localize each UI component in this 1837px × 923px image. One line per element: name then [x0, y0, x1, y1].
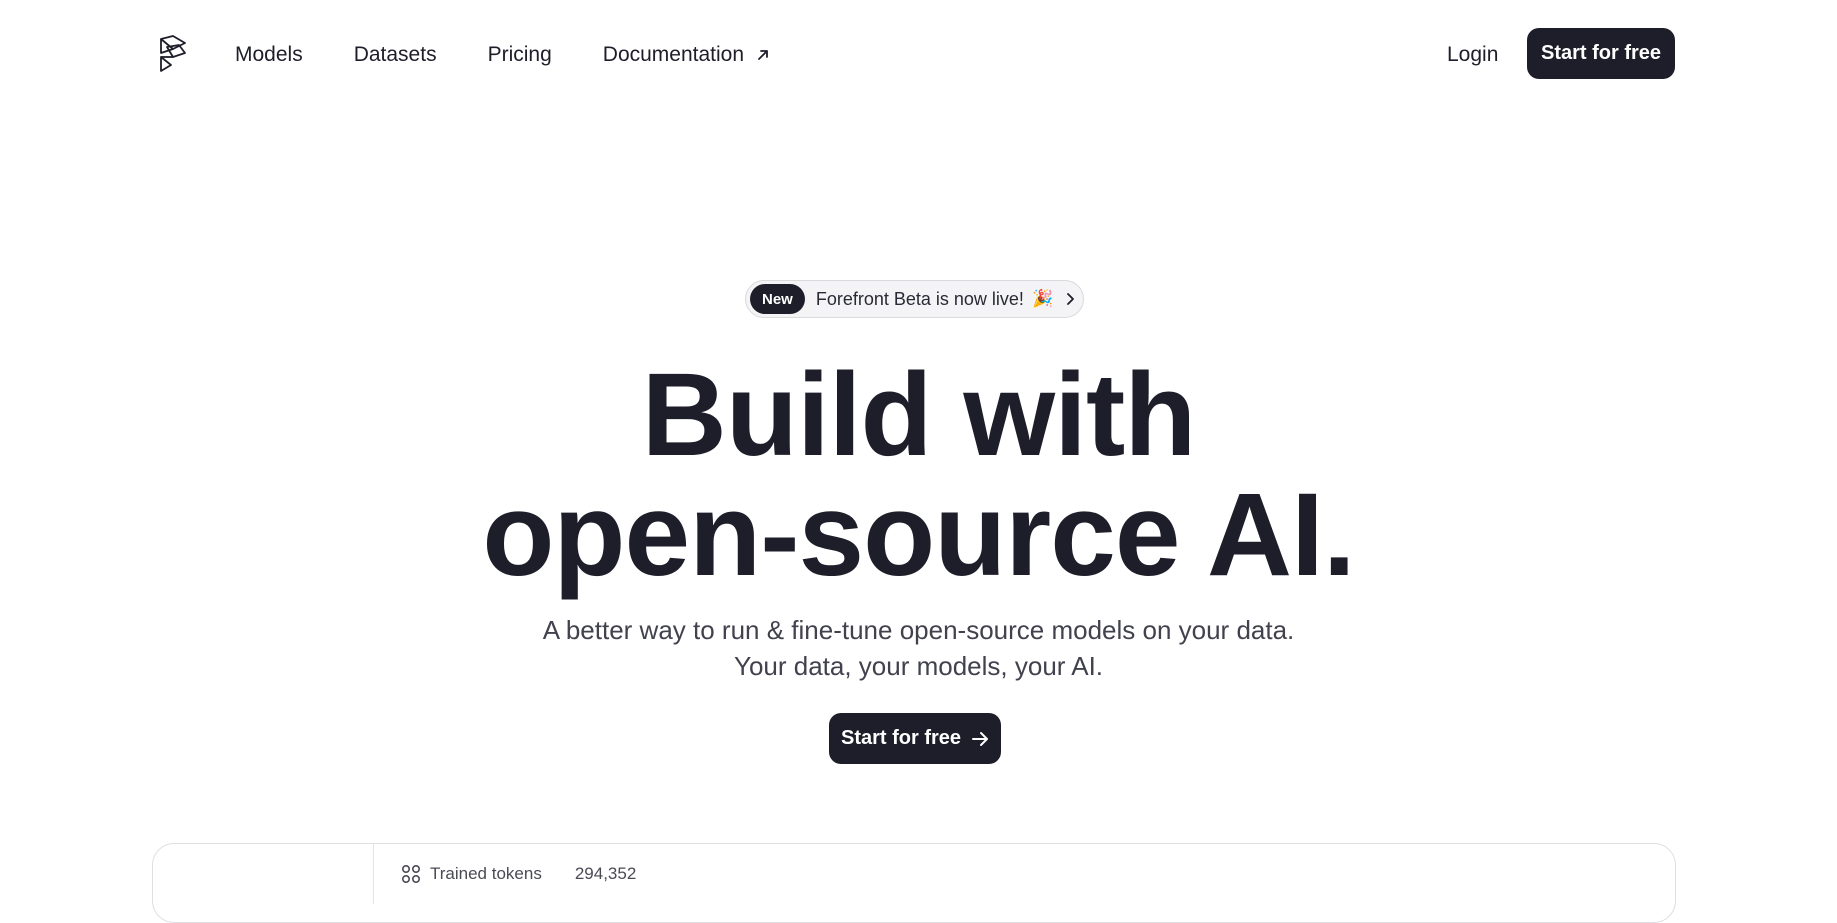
header-start-free-button[interactable]: Start for free — [1527, 28, 1675, 79]
main-nav: Models Datasets Pricing Documentation — [235, 41, 770, 69]
new-tag: New — [750, 284, 805, 314]
arrow-right-icon — [972, 731, 989, 746]
hero-subtitle-line-1: A better way to run & fine-tune open-sou… — [542, 615, 1295, 645]
hero-subtitle: A better way to run & fine-tune open-sou… — [0, 612, 1837, 684]
nav-models[interactable]: Models — [235, 41, 303, 69]
trained-tokens-stat: Trained tokens 294,352 — [401, 864, 636, 884]
hero-title-line-2: open-source AI. — [482, 469, 1355, 601]
announcement-badge[interactable]: New Forefront Beta is now live! 🎉 — [745, 280, 1084, 318]
grid-icon — [401, 864, 421, 884]
hero-title: Build with open-source AI. — [0, 355, 1837, 595]
nav-datasets[interactable]: Datasets — [354, 41, 437, 69]
chevron-right-icon — [1067, 293, 1075, 305]
announcement-text: Forefront Beta is now live! — [815, 288, 1024, 309]
nav-pricing[interactable]: Pricing — [488, 41, 552, 69]
hero-subtitle-line-2: Your data, your models, your AI. — [733, 651, 1104, 681]
header-start-free-label: Start for free — [1540, 42, 1662, 64]
external-arrow-icon — [758, 50, 768, 60]
hero-start-free-label: Start for free — [840, 727, 962, 749]
login-link[interactable]: Login — [1447, 41, 1498, 69]
forefront-logo-icon[interactable] — [157, 35, 189, 73]
nav-documentation-label: Documentation — [602, 43, 745, 66]
party-popper-icon: 🎉 — [1031, 289, 1054, 308]
stats-panel: Trained tokens 294,352 — [152, 843, 1676, 923]
panel-divider — [373, 844, 374, 904]
top-navigation-bar: Models Datasets Pricing Documentation Lo… — [0, 0, 1837, 108]
stat-label: Trained tokens — [430, 864, 542, 883]
hero-title-line-1: Build with — [641, 349, 1197, 481]
stat-value: 294,352 — [574, 864, 637, 883]
nav-documentation[interactable]: Documentation — [603, 41, 770, 69]
hero-start-free-button[interactable]: Start for free — [829, 713, 1001, 764]
